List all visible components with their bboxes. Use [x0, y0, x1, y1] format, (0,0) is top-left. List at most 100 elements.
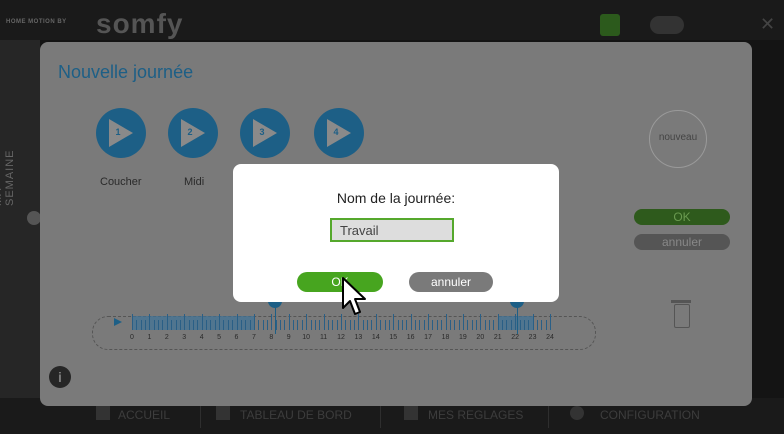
trash-lid [671, 300, 691, 303]
timeline-tick [301, 320, 303, 330]
timeline-tick [462, 314, 464, 330]
timeline-hour-label: 14 [371, 334, 380, 341]
nav-item-tableau-de-bord[interactable]: TABLEAU DE BORD [240, 408, 352, 422]
timeline-tick [188, 320, 190, 330]
timeline-hour-label: 4 [199, 334, 204, 341]
timeline-tick [253, 314, 255, 330]
timeline-hour-label: 21 [493, 334, 502, 341]
timeline-tick [397, 320, 399, 330]
timeline-tick [271, 314, 273, 330]
timeline-tick [310, 320, 312, 330]
side-info-icon[interactable] [27, 211, 41, 225]
timeline-tick [532, 314, 534, 330]
timeline-tick [349, 320, 351, 330]
timeline-tick [458, 320, 460, 330]
panel-cancel-button[interactable]: annuler [634, 234, 730, 250]
timeline-tick [201, 314, 203, 330]
timeline-tick [153, 320, 155, 330]
timeline-hour-label: 15 [389, 334, 398, 341]
timeline-tick [145, 320, 147, 330]
step-4-button[interactable]: 4 [314, 108, 364, 158]
timeline-tick [541, 320, 543, 330]
timeline-tick [362, 320, 364, 330]
timeline-hour-label: 12 [337, 334, 345, 341]
timeline-tick [266, 320, 268, 330]
close-icon[interactable]: ✕ [760, 14, 775, 35]
gear-icon [570, 406, 584, 420]
top-green-icon[interactable] [600, 14, 620, 36]
timeline-tick [327, 320, 329, 330]
timeline-tick [515, 314, 517, 330]
new-button-label: nouveau [658, 132, 698, 143]
timeline-tick [523, 320, 525, 330]
new-button[interactable]: nouveau [649, 110, 707, 168]
timeline-tick [454, 320, 456, 330]
timeline-tick [149, 314, 151, 330]
timeline-tick [297, 320, 299, 330]
timeline-tick [375, 314, 377, 330]
nav-divider [548, 404, 549, 428]
timeline-tick [140, 320, 142, 330]
info-icon[interactable]: i [49, 366, 71, 388]
timeline-marker-line [275, 308, 276, 334]
timeline-tick [423, 320, 425, 330]
timeline-hour-label: 11 [319, 334, 328, 341]
timeline-tick [367, 320, 369, 330]
timeline-hour-label: 24 [546, 334, 554, 341]
timeline-tick [384, 320, 386, 330]
step-3-button[interactable]: 3 [240, 108, 290, 158]
timeline-tick [401, 320, 403, 330]
dialog-ok-button[interactable]: OK [297, 272, 383, 292]
trash-icon[interactable] [674, 304, 690, 328]
timeline-tick [380, 320, 382, 330]
timeline-tick [480, 314, 482, 330]
timeline-tick [493, 320, 495, 330]
step-2-label: Midi [184, 176, 205, 188]
panel-ok-button[interactable]: OK [634, 209, 730, 225]
side-tab-label: MA SEMAINE [0, 149, 16, 206]
somfy-logo: somfy [96, 8, 184, 39]
timeline-tick [489, 320, 491, 330]
timeline-tick [236, 314, 238, 330]
nav-item-accueil[interactable]: ACCUEIL [118, 408, 170, 422]
timeline-hour-label: 16 [406, 334, 415, 341]
timeline-tick [528, 320, 530, 330]
dashboard-icon [216, 406, 230, 420]
dialog-cancel-button[interactable]: annuler [409, 272, 493, 292]
top-cloud-icon[interactable] [650, 16, 684, 34]
timeline-tick [510, 320, 512, 330]
top-bar: HOME MOTION BY somfy ✕ [0, 0, 784, 40]
timeline-hour-label: 1 [147, 334, 152, 341]
timeline-arrow-icon [114, 318, 122, 326]
nav-item-mes-reglages[interactable]: MES REGLAGES [428, 408, 523, 422]
day-name-input[interactable] [330, 218, 454, 242]
step-2-button[interactable]: 2 [168, 108, 218, 158]
timeline-tick [280, 320, 282, 330]
timeline-tick [432, 320, 434, 330]
timeline-tick [162, 320, 164, 330]
step-number: 2 [187, 127, 193, 137]
timeline-hour-label: 0 [130, 334, 134, 341]
timeline-tick [288, 314, 290, 330]
timeline-tick [345, 320, 347, 330]
timeline-tick [219, 314, 221, 330]
timeline-tick [262, 320, 264, 330]
timeline-hour-label: 20 [476, 334, 485, 341]
timeline-tick [158, 320, 160, 330]
timeline-tick [293, 320, 295, 330]
step-1-button[interactable]: 1 [96, 108, 146, 158]
timeline-tick [484, 320, 486, 330]
nav-item-configuration[interactable]: CONFIGURATION [600, 408, 700, 422]
timeline-tick [258, 320, 260, 330]
timeline-hour-label: 13 [354, 334, 363, 341]
step-number: 4 [333, 127, 339, 137]
timeline-tick [240, 320, 242, 330]
timeline-tick [136, 320, 138, 330]
timeline-tick [223, 320, 225, 330]
timeline-tick [406, 320, 408, 330]
step-number: 1 [115, 127, 121, 137]
timeline-tick [210, 320, 212, 330]
timeline-tick [506, 320, 508, 330]
nav-divider [380, 404, 381, 428]
timeline-tick [550, 314, 551, 330]
